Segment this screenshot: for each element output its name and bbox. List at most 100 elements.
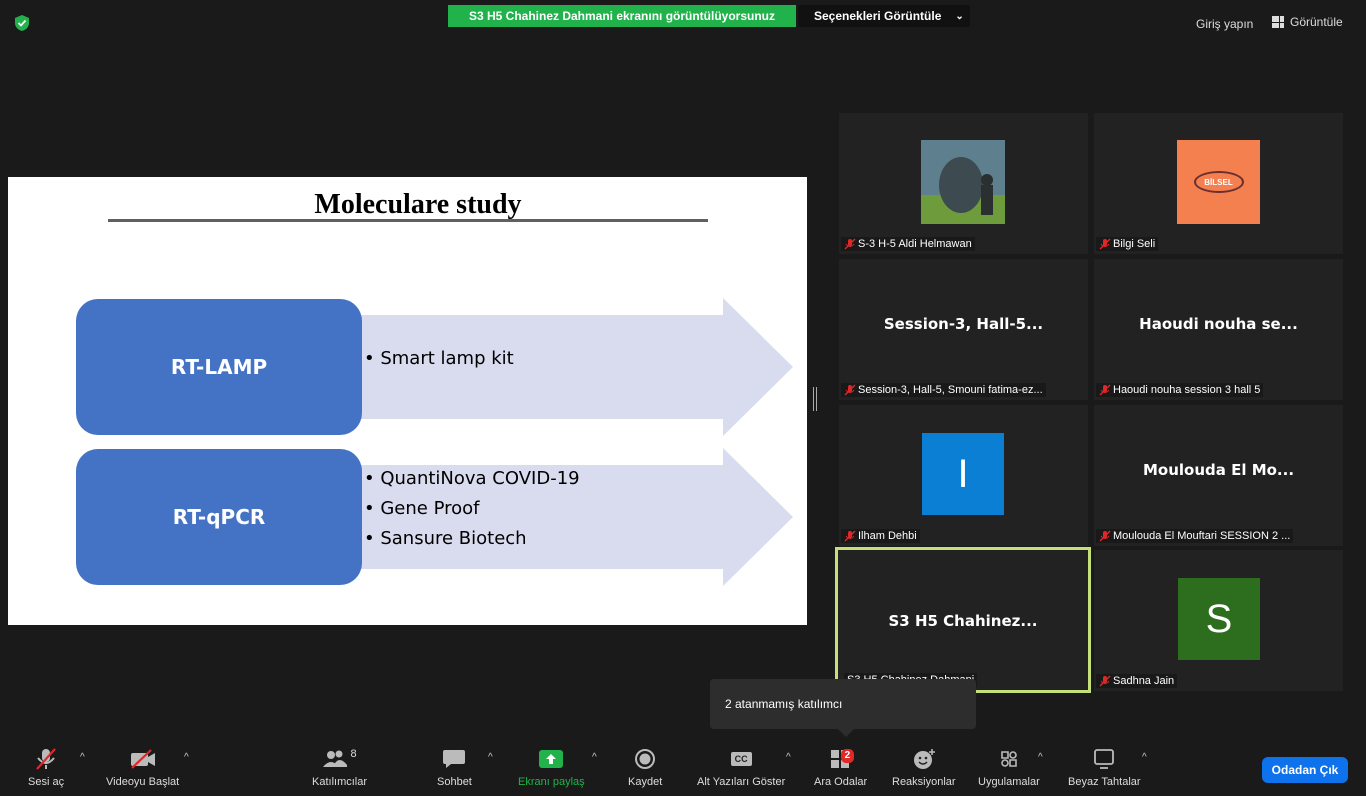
whiteboards-label: Beyaz Tahtalar <box>1068 776 1141 788</box>
chevron-down-icon: ⌄ <box>955 10 964 22</box>
breakout-tooltip: 2 atanmamış katılımcı <box>710 679 976 737</box>
participants-count: 8 <box>350 748 357 760</box>
participant-video-thumbnail <box>921 140 1005 224</box>
chat-button[interactable]: Sohbet <box>437 744 472 788</box>
muted-mic-icon <box>1099 530 1111 542</box>
row1-method-box: RT-LAMP <box>76 299 362 435</box>
participant-name-label: Haoudi nouha session 3 hall 5 <box>1113 384 1261 396</box>
video-off-icon <box>130 749 155 769</box>
captions-options-caret[interactable]: ^ <box>786 752 791 763</box>
record-button[interactable]: Kaydet <box>628 744 662 788</box>
panel-splitter-handle[interactable] <box>813 387 817 411</box>
muted-mic-icon <box>844 238 856 250</box>
participant-tile[interactable]: I Ilham Dehbi <box>839 405 1088 546</box>
participants-label: Katılımcılar <box>312 776 368 788</box>
participants-button[interactable]: 8 Katılımcılar <box>312 744 367 788</box>
participant-name: S-3 H-5 Aldi Helmawan <box>841 237 975 251</box>
muted-mic-icon <box>844 530 856 542</box>
logo-text: BİLSEL <box>1204 177 1233 187</box>
audio-options-caret[interactable]: ^ <box>80 752 85 763</box>
chat-options-caret[interactable]: ^ <box>488 752 493 763</box>
participant-display-name: Session-3, Hall-5... <box>883 315 1044 333</box>
layout-grid-icon <box>1272 16 1284 28</box>
participant-name-label: S-3 H-5 Aldi Helmawan <box>858 238 972 250</box>
start-video-button[interactable]: Videoyu Başlat <box>106 744 179 788</box>
record-icon <box>635 749 656 769</box>
participant-tile[interactable]: Haoudi nouha se... Haoudi nouha session … <box>1094 259 1343 400</box>
muted-mic-icon <box>1099 238 1111 250</box>
view-options-button[interactable]: Seçenekleri Görüntüle ⌄ <box>798 5 970 27</box>
participant-display-name: S3 H5 Chahinez... <box>888 612 1038 630</box>
row2-method-label: RT-qPCR <box>172 505 266 529</box>
breakout-label: Ara Odalar <box>814 776 868 788</box>
breakout-rooms-button[interactable]: 2 Ara Odalar <box>814 744 867 788</box>
participant-display-name: Haoudi nouha se... <box>1139 315 1298 333</box>
apps-button[interactable]: Uygulamalar <box>978 744 1040 788</box>
participant-name-label: Bilgi Seli <box>1113 238 1156 250</box>
muted-mic-icon <box>36 748 56 770</box>
row2-bullet-2: Gene Proof <box>364 494 580 524</box>
shared-screen-slide: Moleculare study RT-LAMP Smart lamp kit … <box>8 177 807 625</box>
logo-book-icon: BİLSEL <box>1193 171 1244 193</box>
participant-name: Session-3, Hall-5, Smouni fatima-ez... <box>841 383 1046 397</box>
participants-icon <box>323 750 348 767</box>
share-screen-label: Ekranı paylaş <box>518 776 585 788</box>
slide-title: Moleculare study <box>314 189 522 220</box>
captions-icon: CC <box>730 752 752 766</box>
view-options-label: Seçenekleri Görüntüle <box>814 9 942 23</box>
whiteboard-icon <box>1094 749 1115 769</box>
participant-name-label: Ilham Dehbi <box>858 530 917 542</box>
video-options-caret[interactable]: ^ <box>184 752 189 763</box>
captions-label: Alt Yazıları Göster <box>697 776 786 788</box>
participant-name-label: Session-3, Hall-5, Smouni fatima-ez... <box>858 384 1043 396</box>
participant-name: Haoudi nouha session 3 hall 5 <box>1096 383 1264 397</box>
row2-bullet-3: Sansure Biotech <box>364 524 580 554</box>
row2-bullets: QuantiNova COVID-19 Gene Proof Sansure B… <box>364 464 580 554</box>
row2-bullet-1: QuantiNova COVID-19 <box>364 464 579 494</box>
chat-bubble-icon <box>443 750 466 768</box>
view-button-label: Görüntüle <box>1290 15 1343 29</box>
screen-share-banner: S3 H5 Chahinez Dahmani ekranını görüntül… <box>448 5 796 27</box>
participant-name-label: Sadhna Jain <box>1113 675 1175 687</box>
participant-name: Sadhna Jain <box>1096 674 1178 688</box>
participant-name: Ilham Dehbi <box>841 529 920 543</box>
participant-logo: BİLSEL <box>1177 140 1260 224</box>
share-options-caret[interactable]: ^ <box>592 752 597 763</box>
start-video-label: Videoyu Başlat <box>106 776 180 788</box>
participant-tile[interactable]: BİLSEL Bilgi Seli <box>1094 113 1343 254</box>
unmute-label: Sesi aç <box>28 776 65 788</box>
apps-options-caret[interactable]: ^ <box>1038 752 1043 763</box>
security-shield-icon[interactable] <box>14 14 30 32</box>
share-screen-button[interactable]: Ekranı paylaş <box>518 744 585 788</box>
unmute-button[interactable]: Sesi aç <box>28 744 64 788</box>
captions-button[interactable]: CC Alt Yazıları Göster <box>697 744 785 788</box>
signin-link[interactable]: Giriş yapın <box>1196 17 1253 31</box>
participant-name-label: Moulouda El Mouftari SESSION 2 ... <box>1113 530 1291 542</box>
whiteboards-button[interactable]: Beyaz Tahtalar <box>1068 744 1141 788</box>
participant-tile[interactable]: S Sadhna Jain <box>1094 550 1343 691</box>
row1-bullets: Smart lamp kit <box>364 344 513 374</box>
share-screen-icon <box>539 750 564 768</box>
participant-tile[interactable]: S-3 H-5 Aldi Helmawan <box>839 113 1088 254</box>
participant-name: Bilgi Seli <box>1096 237 1159 251</box>
participant-avatar: I <box>922 433 1004 515</box>
row1-method-label: RT-LAMP <box>170 355 268 379</box>
muted-mic-icon <box>1099 384 1111 396</box>
reactions-button[interactable]: Reaksiyonlar <box>892 744 956 788</box>
title-underline <box>108 219 708 222</box>
breakout-badge: 2 <box>840 749 855 763</box>
apps-icon <box>1001 751 1017 767</box>
leave-room-button[interactable]: Odadan Çık <box>1262 757 1348 783</box>
apps-label: Uygulamalar <box>978 776 1040 788</box>
muted-mic-icon <box>1099 675 1111 687</box>
active-speaker-tile[interactable]: S3 H5 Chahinez... S3 H5 Chahinez Dahmani <box>835 547 1091 693</box>
avatar-letter: I <box>957 451 969 496</box>
participant-tile[interactable]: Session-3, Hall-5... Session-3, Hall-5, … <box>839 259 1088 400</box>
whiteboards-options-caret[interactable]: ^ <box>1142 752 1147 763</box>
view-button[interactable]: Görüntüle <box>1272 15 1343 29</box>
row1-bullet-1: Smart lamp kit <box>364 344 513 374</box>
meeting-toolbar: Sesi aç ^ Videoyu Başlat ^ 8 Katılımcıla… <box>0 742 1366 796</box>
participant-tile[interactable]: Moulouda El Mo... Moulouda El Mouftari S… <box>1094 405 1343 546</box>
row2-method-box: RT-qPCR <box>76 449 362 585</box>
reaction-smiley-icon <box>913 749 935 769</box>
